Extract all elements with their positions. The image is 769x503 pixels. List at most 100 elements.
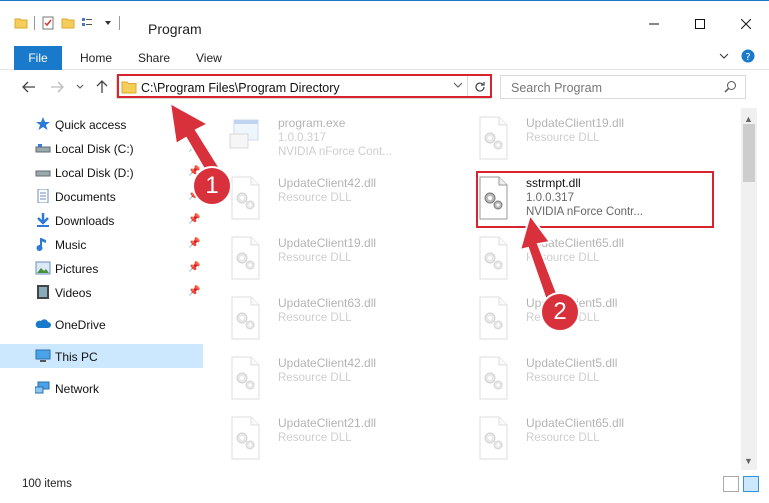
pin-icon[interactable]: 📌 [188,238,200,249]
minimize-icon [649,23,659,25]
sidebar-item-network[interactable]: Network [0,376,203,400]
sidebar-item-label: OneDrive [55,318,106,332]
expand-ribbon-icon[interactable] [719,51,729,61]
details-view-button[interactable] [723,476,739,492]
pin-icon[interactable]: 📌 [188,142,200,153]
file-detail: 1.0.0.317 [278,132,326,144]
properties-icon[interactable] [41,16,55,30]
sidebar-item-label: Videos [55,286,92,300]
scroll-up-icon[interactable]: ▲ [744,114,753,124]
dll-file-icon [476,416,510,460]
file-item[interactable]: UpdateClient65.dll Resource DLL [460,410,700,468]
help-icon[interactable]: ? [741,49,755,63]
address-highlight-box [117,74,492,98]
close-icon [741,19,751,29]
up-button[interactable] [96,80,108,97]
recent-locations-button[interactable] [76,80,84,96]
step-badge-1: 1 [192,166,232,206]
sidebar-item-onedrive[interactable]: OneDrive [0,312,203,336]
file-name: program.exe [278,116,346,130]
application-file-icon [228,116,262,160]
tab-home[interactable]: Home [80,51,112,65]
dll-file-icon [228,176,262,220]
tiles-view-button[interactable] [743,476,759,492]
drive-icon [35,144,51,153]
forward-button[interactable] [50,80,64,96]
step-badge-2: 2 [540,292,580,332]
sidebar-item-this-pc[interactable]: This PC [0,344,203,368]
tab-share[interactable]: Share [138,51,170,65]
scroll-down-icon[interactable]: ▼ [744,456,753,466]
tab-view[interactable]: View [196,51,222,65]
minimize-button[interactable] [631,9,677,39]
sidebar-item-local-disk-c[interactable]: Local Disk (C:) 📌 [0,136,203,160]
back-button[interactable] [22,80,36,96]
dll-file-icon [228,356,262,400]
file-item[interactable]: program.exe 1.0.0.317 NVIDIA nForce Cont..… [212,110,452,168]
file-item[interactable]: UpdateClient5.dllResource DLL [460,290,700,348]
file-name: UpdateClient65.dll [526,236,625,250]
search-input[interactable]: Search Program [511,81,602,95]
scroll-thumb[interactable] [743,124,755,182]
vertical-scrollbar[interactable]: ▲ ▼ [741,108,757,470]
file-item[interactable]: UpdateClient42.dll Resource DLL [212,170,452,228]
sidebar-item-downloads[interactable]: Downloads 📌 [0,208,203,232]
sidebar-item-music[interactable]: Music 📌 [0,232,203,256]
sidebar-item-local-disk-d[interactable]: Local Disk (D:) 📌 [0,160,203,184]
file-item[interactable]: UpdateClient65.dll Resource DLL [460,230,700,288]
customize-toolbar-icon[interactable] [81,16,97,30]
dll-file-icon [476,116,510,160]
arrow-up-icon [96,80,108,93]
file-item[interactable]: UpdateClient21.dll Resource DLL [212,410,452,468]
file-detail: Resource DLL [526,432,600,444]
chevron-down-icon [76,84,84,89]
toolbar-divider [34,16,35,30]
search-icon[interactable] [724,80,737,96]
file-detail: Resource DLL [278,432,352,444]
pin-icon[interactable]: 📌 [188,286,200,297]
documents-icon [37,189,49,203]
sidebar-item-label: Network [55,382,100,396]
music-icon [36,238,46,251]
sidebar-item-label: Documents [55,190,116,204]
search-box[interactable]: Search Program [500,75,746,99]
arrow-left-icon [22,81,35,93]
pictures-icon [35,261,51,275]
file-name: UpdateClient42.dll [278,356,377,370]
maximize-button[interactable] [677,9,723,39]
svg-text:?: ? [745,52,750,63]
file-item[interactable]: UpdateClient19.dll Resource DLL [460,110,700,168]
ribbon-tabs: File Home Share View ? [0,44,769,70]
file-item[interactable]: UpdateClient5.dllResource DLL [460,350,700,408]
sidebar-item-label: Quick access [55,118,127,132]
view-switcher [723,476,759,492]
dll-file-icon [228,416,262,460]
arrow-right-icon [51,81,64,93]
status-bar: 100 items [0,470,769,503]
window-controls [631,9,769,39]
file-detail: Resource DLL [278,192,352,204]
close-button[interactable] [723,9,769,39]
sidebar-item-videos[interactable]: Videos 📌 [0,280,203,304]
chevron-down-icon[interactable] [103,18,113,28]
file-item[interactable]: UpdateClient63.dll Resource DLL [212,290,452,348]
file-item[interactable]: UpdateClient42.dll Resource DLL [212,350,452,408]
dll-file-icon [476,236,510,280]
quick-access-toolbar [14,16,120,30]
dll-file-icon [228,236,262,280]
item-count: 100 items [22,478,72,490]
sidebar-item-documents[interactable]: Documents 📌 [0,184,203,208]
file-detail: Resource DLL [526,252,600,264]
tab-file[interactable]: File [14,46,62,70]
dll-file-icon [476,356,510,400]
file-detail: Resource DLL [526,132,600,144]
pin-icon[interactable]: 📌 [188,214,200,225]
computer-icon [35,349,51,362]
file-item[interactable]: UpdateClient19.dll Resource DLL [212,230,452,288]
dll-file-icon [476,296,510,340]
pin-icon[interactable]: 📌 [188,262,200,273]
new-folder-icon[interactable] [61,16,75,30]
sidebar-item-pictures[interactable]: Pictures 📌 [0,256,203,280]
file-name: UpdateClient65.dll [526,416,625,430]
sidebar-item-quick-access[interactable]: Quick access [0,112,203,136]
